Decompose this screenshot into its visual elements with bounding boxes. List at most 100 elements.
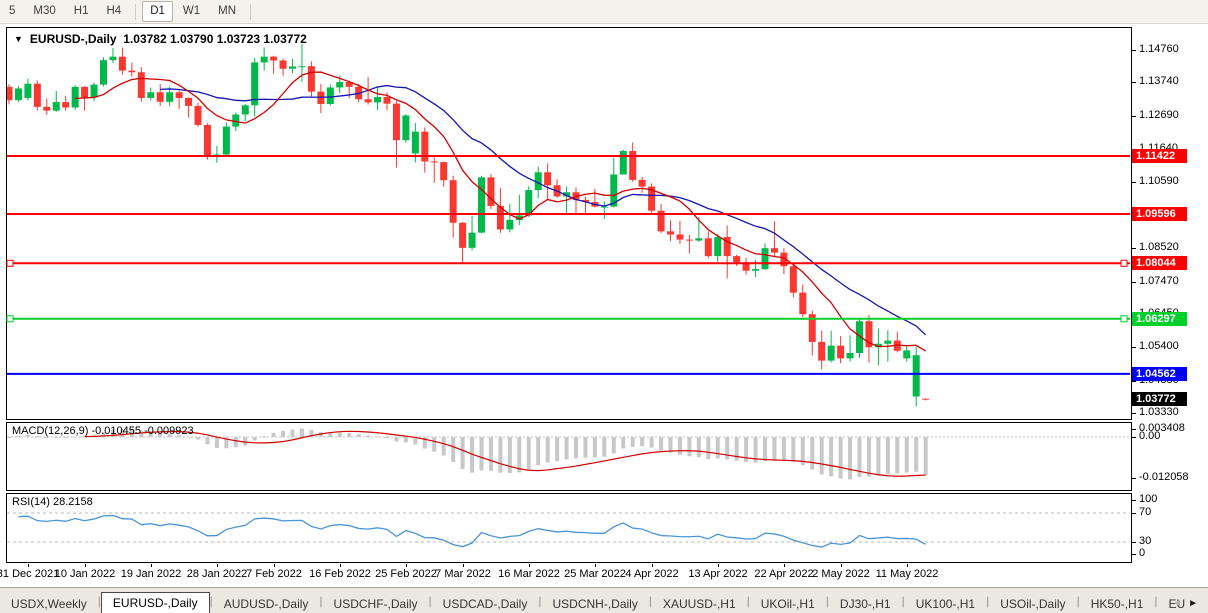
date-tick (85, 564, 86, 567)
date-tick (529, 564, 530, 567)
current-price-label: 1.03772 (1132, 392, 1187, 406)
date-tick (841, 564, 842, 567)
date-tick (907, 564, 908, 567)
price-tick (1131, 413, 1136, 414)
rsi-tick-label: 30 (1139, 535, 1151, 547)
date-label: 10 Jan 2022 (55, 568, 116, 580)
date-label: 7 Mar 2022 (435, 568, 491, 580)
tab-usdcad-daily[interactable]: USDCAD-,Daily (432, 594, 539, 613)
chart-title: ▼ EURUSD-,Daily 1.03782 1.03790 1.03723 1… (14, 32, 307, 46)
macd-tick (1131, 437, 1136, 438)
price-tick-label: 1.05400 (1139, 340, 1179, 352)
toolbar-separator (135, 4, 136, 20)
date-label: 2 May 2022 (812, 568, 869, 580)
tab-usdchf-daily[interactable]: USDCHF-,Daily (323, 594, 429, 613)
timeframe-button-d1[interactable]: D1 (142, 1, 173, 22)
rsi-panel[interactable] (6, 493, 1132, 563)
price-tick (1131, 347, 1136, 348)
date-label: 4 Apr 2022 (625, 568, 678, 580)
hline-price-label: 1.06297 (1132, 312, 1187, 326)
date-label: 25 Feb 2022 (375, 568, 437, 580)
rsi-tick (1131, 542, 1136, 543)
tab-scroll-arrows: ◄► (1172, 598, 1204, 609)
date-label: 16 Feb 2022 (309, 568, 371, 580)
rsi-tick (1131, 513, 1136, 514)
tab-dj30-h1[interactable]: DJ30-,H1 (829, 594, 902, 613)
tab-scroll-left-icon[interactable]: ◄ (1172, 598, 1188, 609)
tab-usdcnh-daily[interactable]: USDCNH-,Daily (541, 594, 648, 613)
price-tick (1131, 82, 1136, 83)
rsi-tick (1131, 554, 1136, 555)
timeframe-button-h4[interactable]: H4 (98, 1, 129, 22)
tab-ukoil-h1[interactable]: UKOil-,H1 (750, 594, 826, 613)
timeframe-button-mn[interactable]: MN (210, 1, 244, 22)
rsi-tick-label: 100 (1139, 493, 1157, 505)
chart-menu-icon[interactable]: ▼ (14, 34, 23, 44)
date-tick (406, 564, 407, 567)
price-tick (1131, 182, 1136, 183)
chart-tab-bar: USDX,Weekly|EURUSD-,Daily|AUDUSD-,Daily|… (0, 587, 1208, 613)
price-tick (1131, 381, 1136, 382)
price-tick-label: 1.14760 (1139, 43, 1179, 55)
tab-scroll-right-icon[interactable]: ► (1188, 598, 1204, 609)
tab-eurusd-daily[interactable]: EURUSD-,Daily (101, 592, 210, 613)
price-tick (1131, 116, 1136, 117)
hline-price-label: 1.08044 (1132, 256, 1187, 270)
toolbar-separator (250, 4, 251, 20)
hline-price-label: 1.11422 (1132, 149, 1187, 163)
date-label: 28 Jan 2022 (187, 568, 248, 580)
mt4-chart-window: 5M30H1H4 D1W1MN ▼ EURUSD-,Daily 1.03782 1.… (0, 0, 1208, 613)
date-label: 7 Feb 2022 (246, 568, 302, 580)
chart-ohlc-values: 1.03782 1.03790 1.03723 1.03772 (123, 32, 307, 46)
date-label: 25 Mar 2022 (564, 568, 626, 580)
macd-tick (1131, 478, 1136, 479)
date-label: 11 May 2022 (876, 568, 939, 580)
rsi-label: RSI(14) 28.2158 (12, 496, 93, 508)
date-label: 22 Apr 2022 (754, 568, 813, 580)
price-tick-label: 1.08520 (1139, 241, 1179, 253)
date-tick (340, 564, 341, 567)
price-tick (1131, 248, 1136, 249)
date-tick (718, 564, 719, 567)
tab-xauusd-h1[interactable]: XAUUSD-,H1 (652, 594, 747, 613)
timeframe-button-5[interactable]: 5 (1, 1, 23, 22)
main-chart-panel[interactable] (6, 27, 1132, 420)
macd-tick-label: 0.00 (1139, 430, 1160, 442)
price-tick-label: 1.03330 (1139, 406, 1179, 418)
date-tick (463, 564, 464, 567)
price-tick (1131, 282, 1136, 283)
price-tick-label: 1.13740 (1139, 75, 1179, 87)
rsi-tick-label: 70 (1139, 506, 1151, 518)
date-tick (784, 564, 785, 567)
date-tick (151, 564, 152, 567)
macd-tick (1131, 429, 1136, 430)
tab-usdx-weekly[interactable]: USDX,Weekly (0, 594, 98, 613)
date-tick (217, 564, 218, 567)
price-tick-label: 1.07470 (1139, 275, 1179, 287)
price-tick-label: 1.10590 (1139, 175, 1179, 187)
date-label: 13 Apr 2022 (688, 568, 747, 580)
timeframe-button-m30[interactable]: M30 (25, 1, 63, 22)
date-label: 19 Jan 2022 (121, 568, 182, 580)
rsi-tick-label: 0 (1139, 547, 1145, 559)
rsi-tick (1131, 500, 1136, 501)
price-tick (1131, 50, 1136, 51)
date-tick (595, 564, 596, 567)
macd-label: MACD(12,26,9) -0.010455 -0.009923 (12, 425, 194, 437)
date-tick (652, 564, 653, 567)
date-label: 16 Mar 2022 (498, 568, 560, 580)
timeframe-button-h1[interactable]: H1 (66, 1, 97, 22)
date-tick (28, 564, 29, 567)
date-tick (274, 564, 275, 567)
hline-price-label: 1.04562 (1132, 367, 1187, 381)
macd-tick-label: -0.012058 (1139, 471, 1189, 483)
chart-symbol-period: EURUSD-,Daily (30, 32, 117, 46)
timeframe-button-w1[interactable]: W1 (175, 1, 208, 22)
tab-uk100-h1[interactable]: UK100-,H1 (905, 594, 986, 613)
price-tick-label: 1.12690 (1139, 109, 1179, 121)
tab-audusd-daily[interactable]: AUDUSD-,Daily (213, 594, 320, 613)
tab-hk50-h1[interactable]: HK50-,H1 (1080, 594, 1155, 613)
hline-price-label: 1.09596 (1132, 207, 1187, 221)
tab-usoil-daily[interactable]: USOil-,Daily (989, 594, 1076, 613)
date-label: 31 Dec 2021 (0, 568, 59, 580)
